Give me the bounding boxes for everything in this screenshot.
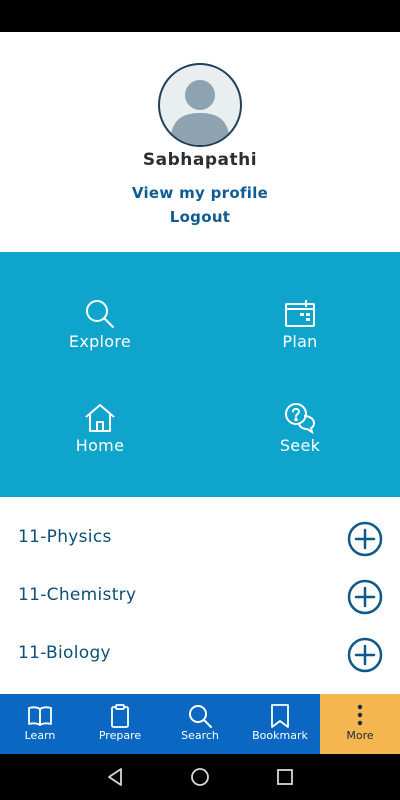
subject-row-biology[interactable]: 11-Biology	[0, 625, 400, 683]
search-icon	[189, 705, 212, 728]
plus-circle-icon[interactable]	[347, 579, 383, 615]
calendar-icon	[285, 300, 315, 327]
status-bar	[0, 0, 400, 32]
back-icon[interactable]	[103, 765, 127, 789]
recent-apps-icon[interactable]	[273, 765, 297, 789]
user-avatar-icon	[158, 63, 242, 147]
logout-link[interactable]: Logout	[0, 208, 400, 226]
profile-username: Sabhapathi	[142, 150, 258, 170]
bookmark-icon	[271, 704, 289, 728]
question-chat-icon	[285, 403, 316, 434]
plan-tile[interactable]: Plan	[200, 298, 400, 402]
home-label: Home	[75, 436, 125, 455]
nav-search-label: Search	[181, 729, 219, 742]
nav-prepare[interactable]: Prepare	[80, 694, 160, 754]
explore-label: Explore	[68, 332, 132, 351]
seek-label: Seek	[279, 436, 321, 455]
home-icon	[85, 404, 115, 432]
subject-row-physics[interactable]: 11-Physics	[0, 509, 400, 567]
book-icon	[28, 706, 52, 726]
subject-row-chemistry[interactable]: 11-Chemistry	[0, 567, 400, 625]
plus-circle-icon[interactable]	[347, 637, 383, 673]
nav-more-label: More	[346, 729, 374, 742]
nav-learn-label: Learn	[24, 729, 56, 742]
nav-search[interactable]: Search	[160, 694, 240, 754]
view-profile-link[interactable]: View my profile	[0, 184, 400, 202]
explore-tile[interactable]: Explore	[0, 298, 200, 402]
profile-section: Sabhapathi View my profile Logout	[0, 32, 400, 252]
search-icon	[86, 300, 114, 328]
seek-tile[interactable]: Seek	[200, 402, 400, 506]
plus-circle-icon[interactable]	[347, 521, 383, 557]
nav-prepare-label: Prepare	[98, 729, 142, 742]
plan-label: Plan	[282, 332, 318, 351]
system-navigation-bar	[0, 754, 400, 800]
quick-actions-grid: Explore Plan Home Seek	[0, 252, 400, 497]
subject-label: 11-Chemistry	[18, 585, 137, 605]
clipboard-icon	[111, 704, 129, 728]
subject-label: 11-Physics	[18, 527, 112, 547]
nav-more[interactable]: More	[320, 694, 400, 754]
bottom-nav: Learn Prepare Search Bookmark More	[0, 694, 400, 754]
more-vertical-icon	[357, 704, 363, 726]
nav-bookmark-label: Bookmark	[252, 729, 308, 742]
nav-learn[interactable]: Learn	[0, 694, 80, 754]
home-circle-icon[interactable]	[188, 765, 212, 789]
subject-label: 11-Biology	[18, 643, 111, 663]
home-tile[interactable]: Home	[0, 402, 200, 506]
nav-bookmark[interactable]: Bookmark	[240, 694, 320, 754]
subject-list: 11-Physics 11-Chemistry 11-Biology	[0, 497, 400, 692]
